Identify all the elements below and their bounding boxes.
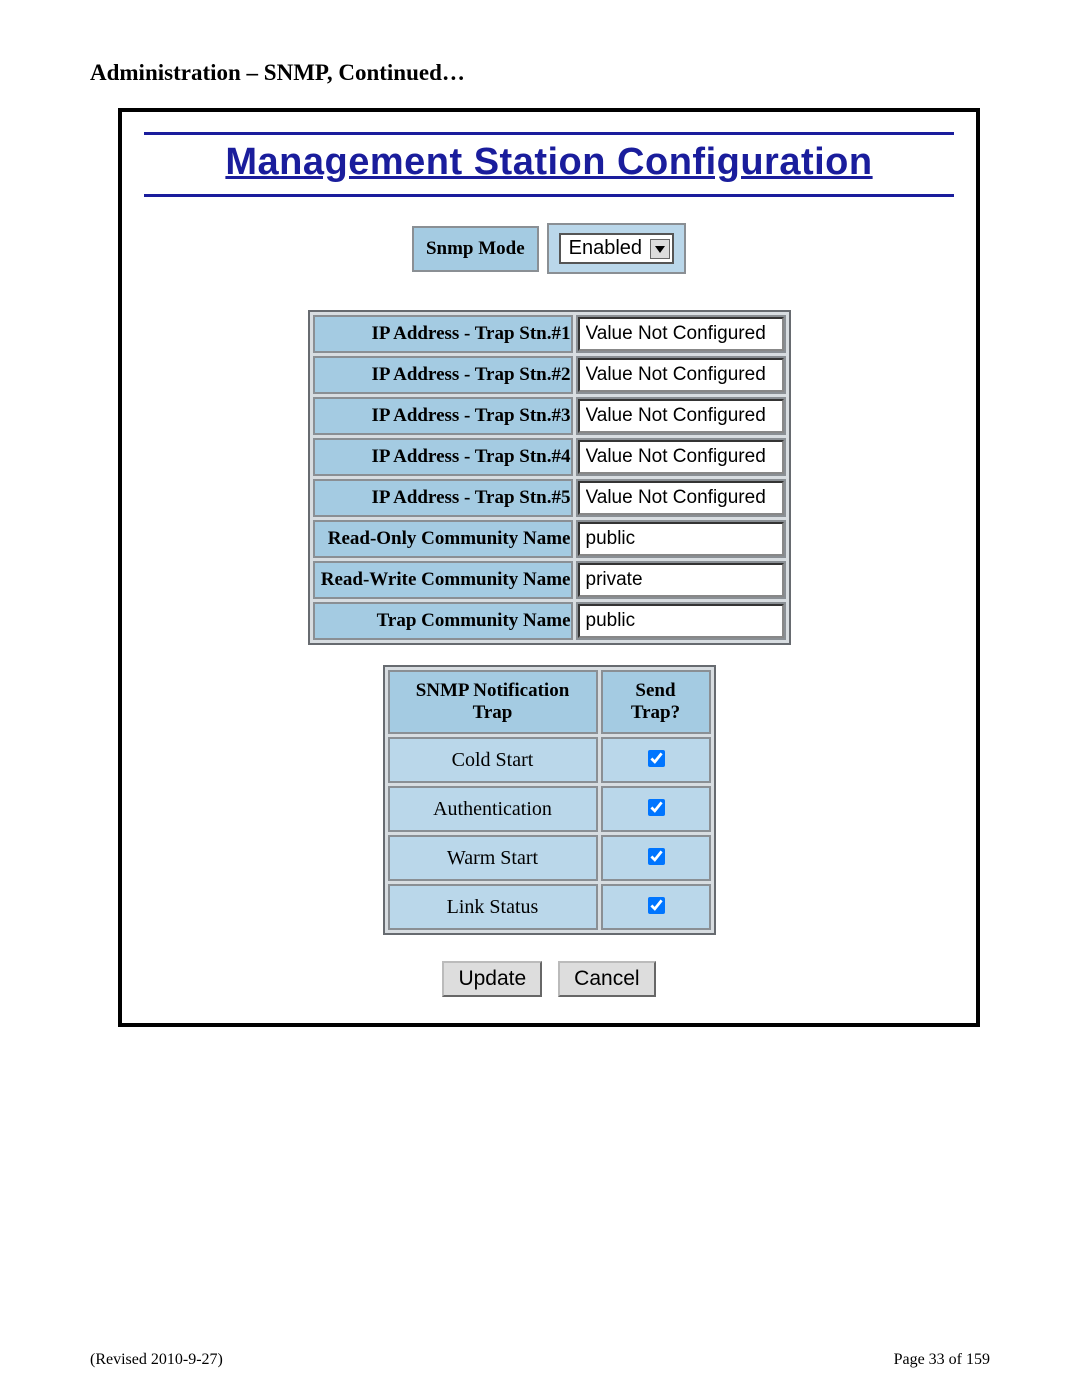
config-label: IP Address - Trap Stn.#4	[313, 438, 573, 476]
trap-checkbox[interactable]	[648, 897, 665, 914]
config-input[interactable]	[578, 563, 784, 597]
table-row: Read-Only Community Name	[313, 520, 786, 558]
table-row: Cold Start	[388, 737, 711, 783]
config-label: IP Address - Trap Stn.#3	[313, 397, 573, 435]
trap-name: Cold Start	[388, 737, 598, 783]
config-value-cell	[576, 397, 786, 435]
config-label: IP Address - Trap Stn.#1	[313, 315, 573, 353]
config-input[interactable]	[578, 604, 784, 638]
config-value-cell	[576, 356, 786, 394]
config-value-cell	[576, 520, 786, 558]
chevron-down-icon	[650, 239, 670, 259]
trap-checkbox[interactable]	[648, 848, 665, 865]
table-row: Authentication	[388, 786, 711, 832]
table-row: Read-Write Community Name	[313, 561, 786, 599]
trap-table: SNMP Notification Trap Send Trap? Cold S…	[383, 665, 716, 935]
config-value-cell	[576, 438, 786, 476]
snmp-mode-label: Snmp Mode	[412, 226, 539, 272]
table-row: Link Status	[388, 884, 711, 930]
panel-title-bar: Management Station Configuration	[144, 132, 954, 197]
trap-checkbox-cell	[601, 884, 711, 930]
config-label: Read-Write Community Name	[313, 561, 573, 599]
config-table: IP Address - Trap Stn.#1IP Address - Tra…	[308, 310, 791, 645]
config-label: Read-Only Community Name	[313, 520, 573, 558]
config-input[interactable]	[578, 481, 784, 515]
snmp-mode-select-value: Enabled	[569, 237, 642, 260]
table-row: IP Address - Trap Stn.#2	[313, 356, 786, 394]
page-footer: (Revised 2010-9-27) Page 33 of 159	[90, 1351, 990, 1369]
config-value-cell	[576, 315, 786, 353]
trap-checkbox-cell	[601, 835, 711, 881]
trap-name: Link Status	[388, 884, 598, 930]
snmp-mode-row: Snmp Mode Enabled	[144, 223, 954, 274]
trap-header-name: SNMP Notification Trap	[388, 670, 598, 734]
trap-name: Authentication	[388, 786, 598, 832]
table-row: IP Address - Trap Stn.#1	[313, 315, 786, 353]
footer-page-number: Page 33 of 159	[894, 1351, 990, 1369]
config-input[interactable]	[578, 522, 784, 556]
config-label: IP Address - Trap Stn.#5	[313, 479, 573, 517]
trap-checkbox[interactable]	[648, 750, 665, 767]
footer-revised: (Revised 2010-9-27)	[90, 1351, 223, 1369]
table-row: IP Address - Trap Stn.#5	[313, 479, 786, 517]
trap-name: Warm Start	[388, 835, 598, 881]
config-input[interactable]	[578, 317, 784, 351]
table-row: IP Address - Trap Stn.#3	[313, 397, 786, 435]
config-value-cell	[576, 602, 786, 640]
config-input[interactable]	[578, 440, 784, 474]
trap-checkbox[interactable]	[648, 799, 665, 816]
config-input[interactable]	[578, 358, 784, 392]
config-value-cell	[576, 561, 786, 599]
snmp-mode-select[interactable]: Enabled	[559, 233, 674, 264]
table-row: Trap Community Name	[313, 602, 786, 640]
trap-header-send: Send Trap?	[601, 670, 711, 734]
update-button[interactable]: Update	[442, 961, 542, 997]
trap-checkbox-cell	[601, 737, 711, 783]
config-value-cell	[576, 479, 786, 517]
cancel-button[interactable]: Cancel	[558, 961, 655, 997]
trap-checkbox-cell	[601, 786, 711, 832]
snmp-mode-value-cell: Enabled	[547, 223, 686, 274]
button-row: Update Cancel	[144, 961, 954, 997]
config-label: Trap Community Name	[313, 602, 573, 640]
table-row: Warm Start	[388, 835, 711, 881]
config-label: IP Address - Trap Stn.#2	[313, 356, 573, 394]
config-input[interactable]	[578, 399, 784, 433]
config-panel: Management Station Configuration Snmp Mo…	[118, 108, 980, 1027]
panel-title: Management Station Configuration	[225, 141, 872, 183]
section-heading: Administration – SNMP, Continued…	[90, 60, 990, 86]
table-row: IP Address - Trap Stn.#4	[313, 438, 786, 476]
